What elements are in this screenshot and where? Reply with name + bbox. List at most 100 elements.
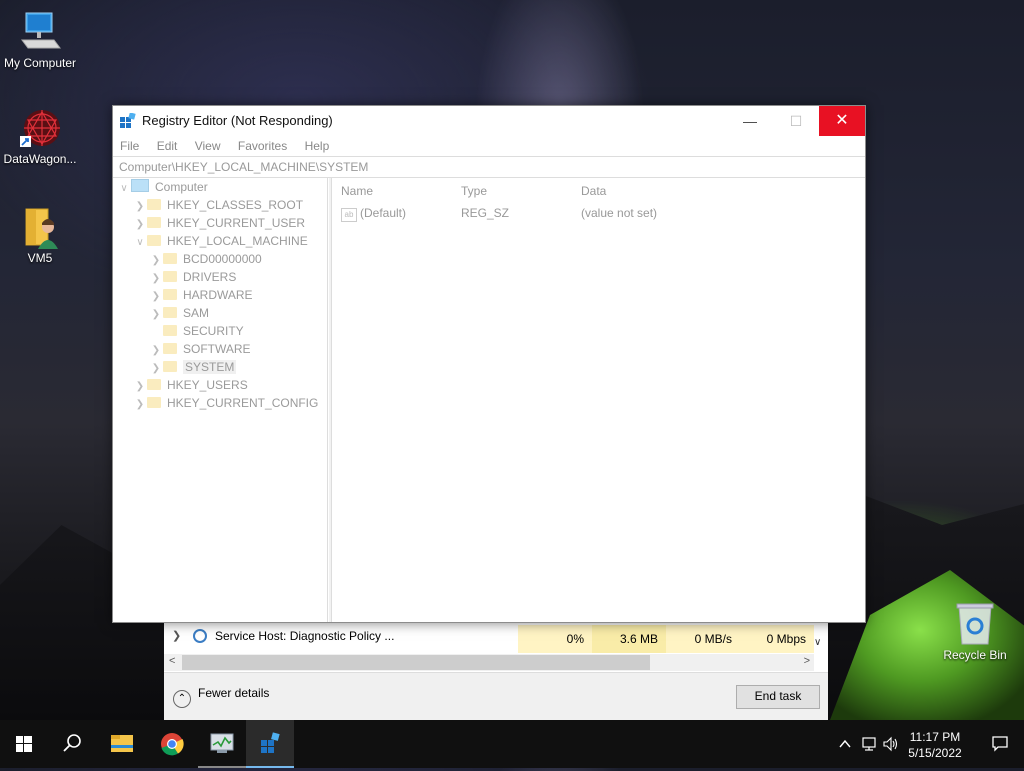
- desktop-icon-my-computer[interactable]: My Computer: [0, 10, 80, 70]
- menu-edit[interactable]: Edit: [157, 139, 178, 153]
- tree-item-drivers[interactable]: ❯ DRIVERS: [149, 268, 237, 286]
- value-type: REG_SZ: [461, 206, 510, 220]
- menu-bar: File Edit View Favorites Help: [113, 136, 865, 156]
- registry-tree: ∨ Computer ❯ HKEY_CLASSES_ROOT ❯ HKEY_CURRE…: [113, 178, 328, 622]
- tree-item-label: SECURITY: [183, 324, 244, 338]
- volume-icon[interactable]: [882, 735, 900, 753]
- menu-favorites[interactable]: Favorites: [238, 139, 287, 153]
- tree-item-software[interactable]: ❯ SOFTWARE: [149, 340, 251, 358]
- fewer-details-button[interactable]: ⌃ Fewer details: [173, 686, 269, 708]
- desktop-icon-datawagon[interactable]: DataWagon...: [0, 106, 80, 166]
- scrollbar-thumb[interactable]: [182, 655, 650, 670]
- title-bar[interactable]: Registry Editor (Not Responding) — ☐ ✕: [113, 106, 865, 136]
- expand-chevron-icon[interactable]: ❯: [172, 629, 181, 642]
- tree-item-label: HKEY_CLASSES_ROOT: [167, 198, 304, 212]
- chevron-up-icon[interactable]: [838, 737, 852, 751]
- tree-item-label: HARDWARE: [183, 288, 253, 302]
- folder-icon: [147, 379, 161, 390]
- computer-icon: [18, 10, 62, 54]
- window-title: Registry Editor (Not Responding): [142, 113, 333, 128]
- registry-editor-icon: [261, 732, 280, 753]
- clock-time: 11:17 PM: [909, 730, 961, 744]
- scroll-right-arrow-icon[interactable]: >: [804, 655, 810, 667]
- tree-item-label: SOFTWARE: [183, 342, 251, 356]
- tree-item-label: HKEY_CURRENT_CONFIG: [167, 396, 319, 410]
- minimize-button[interactable]: —: [727, 106, 773, 136]
- end-task-button[interactable]: End task: [736, 685, 820, 709]
- desktop-icon-recycle-bin[interactable]: Recycle Bin: [935, 602, 1015, 662]
- chevron-down-icon[interactable]: ∨: [117, 180, 131, 198]
- registry-editor-window: Registry Editor (Not Responding) — ☐ ✕ F…: [112, 105, 866, 623]
- tree-item-hkey-current-user[interactable]: ❯ HKEY_CURRENT_USER: [133, 214, 305, 232]
- address-bar[interactable]: Computer\HKEY_LOCAL_MACHINE\SYSTEM: [113, 156, 865, 178]
- service-host-icon: [193, 629, 207, 643]
- search-button[interactable]: [48, 720, 96, 768]
- process-row[interactable]: ❯ Service Host: Diagnostic Policy ... 0%…: [164, 625, 828, 653]
- task-manager-icon: [210, 733, 234, 753]
- tree-item-system[interactable]: ❯ SYSTEM: [149, 358, 237, 376]
- start-button[interactable]: [0, 720, 48, 768]
- process-cpu: 0%: [518, 625, 592, 653]
- value-name: (Default): [360, 206, 407, 220]
- column-header-data[interactable]: Data: [581, 184, 606, 198]
- task-manager-footer: ⌃ Fewer details End task: [164, 672, 828, 721]
- tree-item-hkey-users[interactable]: ❯ HKEY_USERS: [133, 376, 248, 394]
- tree-item-sam[interactable]: ❯ SAM: [149, 304, 209, 322]
- folder-icon: [163, 307, 177, 318]
- tree-item-label: DRIVERS: [183, 270, 237, 284]
- menu-file[interactable]: File: [120, 139, 139, 153]
- search-icon: [63, 734, 81, 752]
- maximize-button[interactable]: ☐: [773, 106, 819, 136]
- tree-item-hkey-classes-root[interactable]: ❯ HKEY_CLASSES_ROOT: [133, 196, 303, 214]
- tree-item-label: Computer: [155, 180, 208, 194]
- scroll-down-arrow-icon[interactable]: ∨: [814, 637, 821, 648]
- pane-splitter[interactable]: [329, 178, 332, 622]
- taskbar-file-explorer[interactable]: [98, 720, 146, 768]
- file-explorer-icon: [111, 735, 133, 752]
- system-tray: 11:17 PM 5/15/2022: [824, 720, 1024, 768]
- folder-icon: [163, 325, 177, 336]
- desktop-icon-label: My Computer: [3, 56, 77, 70]
- value-data: (value not set): [581, 206, 658, 220]
- column-header-type[interactable]: Type: [461, 184, 487, 198]
- tree-item-label: HKEY_CURRENT_USER: [167, 216, 306, 230]
- notification-center-icon[interactable]: [990, 734, 1010, 754]
- string-value-icon: ab: [341, 208, 357, 222]
- tree-item-hkey-current-config[interactable]: ❯ HKEY_CURRENT_CONFIG: [133, 394, 319, 414]
- tree-item-bcd[interactable]: ❯ BCD00000000: [149, 250, 262, 268]
- tree-item-label: SAM: [183, 306, 210, 320]
- folder-icon: [163, 289, 177, 300]
- menu-help[interactable]: Help: [305, 139, 330, 153]
- value-name-cell: ab (Default): [341, 206, 406, 222]
- tree-item-label: HKEY_USERS: [167, 378, 248, 392]
- tree-item-security[interactable]: SECURITY: [149, 322, 244, 340]
- folder-icon: [163, 271, 177, 282]
- desktop-icon-vm5[interactable]: VM5: [0, 205, 80, 265]
- computer-icon: [131, 179, 149, 192]
- windows-logo-icon: [16, 736, 32, 752]
- folder-icon: [147, 397, 161, 408]
- network-icon[interactable]: [860, 735, 878, 753]
- tree-item-computer[interactable]: ∨ Computer: [117, 178, 208, 196]
- horizontal-scrollbar[interactable]: < >: [164, 654, 814, 671]
- column-header-name[interactable]: Name: [341, 184, 373, 198]
- menu-view[interactable]: View: [195, 139, 221, 153]
- desktop-icon-label: Recycle Bin: [943, 648, 1007, 662]
- clock[interactable]: 11:17 PM 5/15/2022: [904, 729, 966, 761]
- scroll-left-arrow-icon[interactable]: <: [169, 655, 175, 667]
- folder-icon: [163, 343, 177, 354]
- task-manager-window: ❯ Service Host: Diagnostic Policy ... 0%…: [164, 620, 828, 721]
- taskbar-task-manager[interactable]: [198, 720, 246, 768]
- folder-icon: [147, 199, 161, 210]
- folder-icon: [163, 253, 177, 264]
- process-disk: 0 MB/s: [666, 625, 740, 653]
- taskbar-chrome[interactable]: [148, 720, 196, 768]
- registry-editor-icon: [120, 113, 136, 128]
- taskbar-registry-editor[interactable]: [246, 720, 294, 768]
- chevron-down-icon[interactable]: ∨: [133, 234, 147, 252]
- tree-item-hardware[interactable]: ❯ HARDWARE: [149, 286, 253, 304]
- tree-item-hkey-local-machine[interactable]: ∨ HKEY_LOCAL_MACHINE: [133, 232, 307, 252]
- close-button[interactable]: ✕: [819, 106, 865, 136]
- chrome-icon: [161, 733, 184, 756]
- chevron-right-icon[interactable]: ❯: [133, 396, 147, 414]
